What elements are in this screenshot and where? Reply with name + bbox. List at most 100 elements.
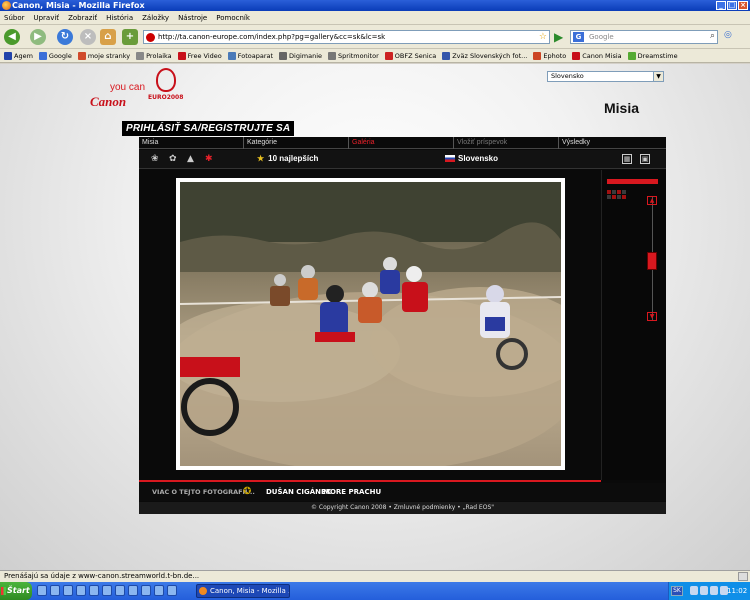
photo-author[interactable]: DUŠAN CIGÁNEK <box>266 488 331 496</box>
quicklaunch-icon[interactable] <box>128 585 138 596</box>
bookmark-item[interactable]: Spritmonitor <box>328 51 379 60</box>
menu-help[interactable]: Pomocník <box>216 14 250 22</box>
quicklaunch-icon[interactable] <box>76 585 86 596</box>
quicklaunch-icon[interactable] <box>63 585 73 596</box>
bookmark-label: Canon Misia <box>582 51 622 60</box>
menu-view[interactable]: Zobraziť <box>68 14 97 22</box>
taskbar-firefox-button[interactable]: Canon, Misia - Mozilla ... <box>196 584 290 598</box>
address-bar[interactable]: http://ta.canon-europe.com/index.php?pg=… <box>143 30 550 44</box>
bookmark-favicon-icon <box>442 51 451 60</box>
star-icon[interactable]: ☆ <box>539 31 547 43</box>
quicklaunch-icon[interactable] <box>141 585 151 596</box>
main-photo[interactable] <box>176 178 565 470</box>
quicklaunch-icon[interactable] <box>167 585 177 596</box>
bookmark-label: Dreamstime <box>637 51 678 60</box>
bookmark-item[interactable]: Fotoaparat <box>227 51 273 60</box>
quicklaunch-icon[interactable] <box>50 585 60 596</box>
gallery-panel: Misia Kategórie Galéria Vložiť príspevok… <box>139 137 666 514</box>
tray-icon[interactable] <box>700 586 708 595</box>
quicklaunch-icon[interactable] <box>89 585 99 596</box>
back-icon[interactable]: ◀ <box>4 29 20 45</box>
search-input[interactable]: G Google ⌕ <box>570 30 718 44</box>
language-indicator[interactable]: SK <box>671 586 683 596</box>
country-filter[interactable]: Slovensko <box>445 154 498 163</box>
login-register-link[interactable]: PRIHLÁSIŤ SA/REGISTRUJTE SA <box>122 121 295 136</box>
bookmark-item[interactable]: Digimanie <box>279 51 322 60</box>
category-nature-icon[interactable]: ✿ <box>169 154 177 164</box>
menu-bookmarks[interactable]: Záložky <box>142 14 169 22</box>
go-icon[interactable]: ▶ <box>554 29 568 45</box>
scroll-up-icon[interactable]: ▲ <box>647 196 657 205</box>
tray-icon[interactable] <box>690 586 698 595</box>
star-icon: ★ <box>257 154 265 163</box>
country-select[interactable]: Slovensko ▼ <box>547 71 664 82</box>
menu-tools[interactable]: Nástroje <box>178 14 207 22</box>
more-about-photo-link[interactable]: VIAC O TEJTO FOTOGRAFII... <box>152 488 255 496</box>
canon-logo[interactable]: Canon <box>90 94 126 110</box>
window-title: Canon, Misia - Mozilla Firefox <box>12 1 145 10</box>
slogan: you can <box>110 82 146 93</box>
menu-edit[interactable]: Upraviť <box>33 14 59 22</box>
tab-misia[interactable]: Misia <box>139 137 244 149</box>
search-icon[interactable]: ⌕ <box>710 30 715 42</box>
gallery-filter-bar: ❀ ✿ ▲ ✱ ★ 10 najlepších Slovensko ▦ ▣ <box>139 150 666 169</box>
status-text: Prenášajú sa údaje z www-canon.streamwor… <box>4 572 200 580</box>
close-button[interactable]: × <box>738 1 748 10</box>
euro-ball-icon <box>156 68 176 92</box>
thumbnail-mini-grid[interactable] <box>607 190 626 199</box>
fullscreen-icon[interactable]: ▣ <box>640 154 650 164</box>
bookmark-item[interactable]: moje stranky <box>77 51 131 60</box>
category-sport-icon[interactable]: ✱ <box>205 154 213 164</box>
bookmark-item[interactable]: Free Video <box>177 51 222 60</box>
quicklaunch-icon[interactable] <box>102 585 112 596</box>
stop-icon[interactable]: × <box>80 29 96 45</box>
tab-categories[interactable]: Kategórie <box>244 137 349 149</box>
bookmark-favicon-icon <box>328 51 337 60</box>
quicklaunch-icon[interactable] <box>37 585 47 596</box>
top-ten-filter[interactable]: ★ 10 najlepších <box>257 154 318 163</box>
tab-results[interactable]: Výsledky <box>559 137 666 149</box>
toolbar-extension-icon[interactable]: ◎ <box>724 30 746 44</box>
start-button[interactable]: Štart <box>0 582 32 600</box>
new-tab-icon[interactable]: + <box>122 29 138 45</box>
tab-gallery[interactable]: Galéria <box>349 137 454 149</box>
flag-icon <box>445 155 455 162</box>
quicklaunch-icon[interactable] <box>115 585 125 596</box>
tray-icon[interactable] <box>710 586 718 595</box>
bookmark-label: Spritmonitor <box>338 51 379 60</box>
misia-text: Misia <box>604 100 640 116</box>
bookmark-item[interactable]: Ephoto <box>533 51 566 60</box>
minimize-button[interactable]: _ <box>716 1 726 10</box>
category-people-icon[interactable]: ❀ <box>151 154 159 164</box>
scroll-down-icon[interactable]: ▼ <box>647 312 657 321</box>
menu-history[interactable]: História <box>106 14 133 22</box>
quicklaunch-icon[interactable] <box>154 585 164 596</box>
bookmark-item[interactable]: Canon Misia <box>572 51 622 60</box>
misia-logo: Misia <box>604 94 656 120</box>
bookmark-label: moje stranky <box>87 51 131 60</box>
bookmark-item[interactable]: Dreamstime <box>627 51 678 60</box>
chevron-down-icon[interactable]: ▼ <box>653 72 663 81</box>
scroll-handle[interactable] <box>647 252 657 270</box>
bookmark-item[interactable]: OBFZ Senica <box>384 51 436 60</box>
resize-grip-icon[interactable] <box>738 572 748 581</box>
bookmark-item[interactable]: Agem <box>4 51 33 60</box>
grid-view-icon[interactable]: ▦ <box>622 154 632 164</box>
home-icon[interactable]: ⌂ <box>100 29 116 45</box>
bookmark-label: Google <box>48 51 72 60</box>
bookmark-favicon-icon <box>177 51 186 60</box>
web-page: you can Canon EURO2008 Slovensko ▼ Misia… <box>0 64 750 570</box>
photo-illustration <box>180 182 561 466</box>
forward-icon[interactable]: ▶ <box>30 29 46 45</box>
search-engine-icon[interactable]: G <box>573 32 584 42</box>
bookmark-item[interactable]: Prolaika <box>136 51 172 60</box>
bookmark-item[interactable]: Google <box>38 51 72 60</box>
category-landscape-icon[interactable]: ▲ <box>187 154 194 164</box>
maximize-button[interactable]: □ <box>727 1 737 10</box>
site-favicon <box>146 33 155 42</box>
clock: 11:02 <box>727 587 748 595</box>
menu-file[interactable]: Súbor <box>4 14 24 22</box>
menu-bar: Súbor Upraviť Zobraziť História Záložky … <box>0 11 750 25</box>
bookmark-item[interactable]: Zväz Slovenských fot... <box>442 51 527 60</box>
reload-icon[interactable]: ↻ <box>57 29 73 45</box>
